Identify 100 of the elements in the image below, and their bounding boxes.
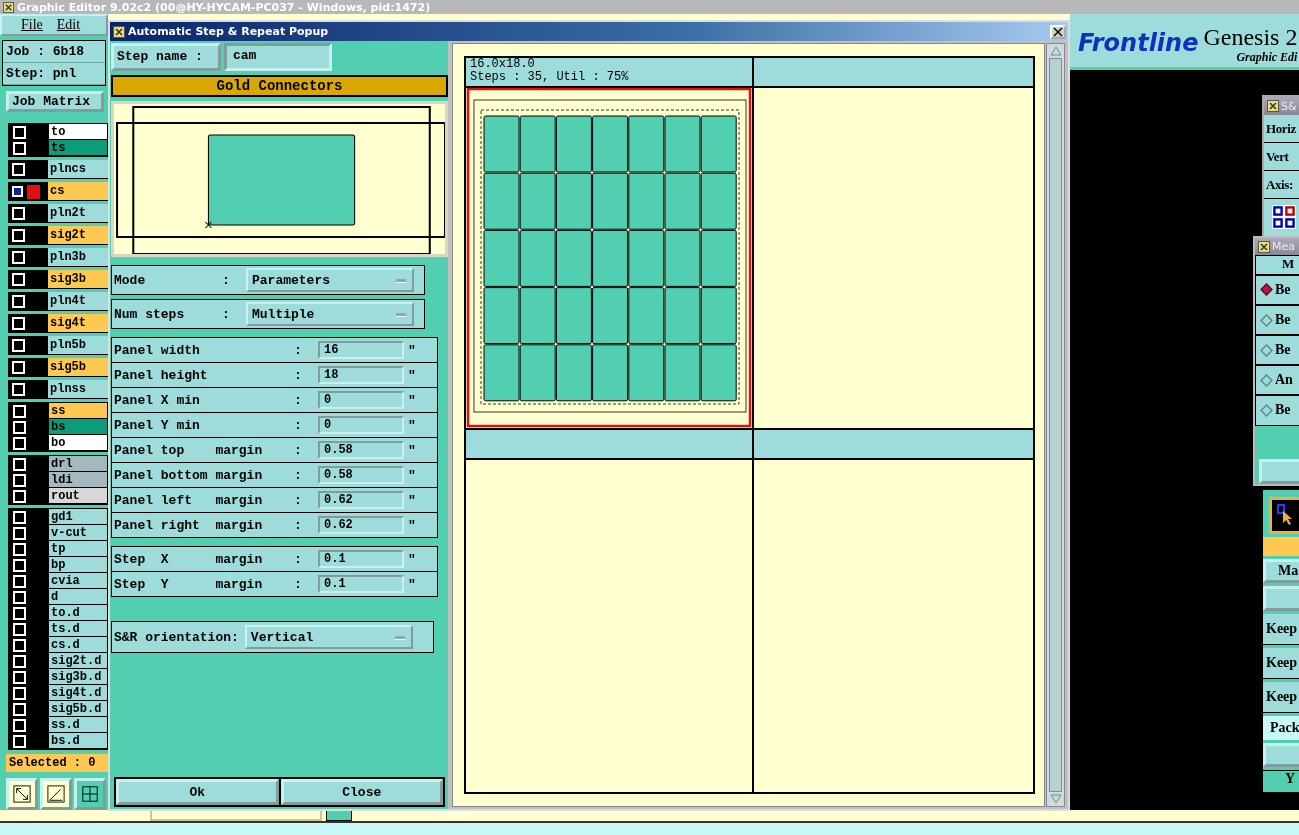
layer-name[interactable]: pln4t bbox=[48, 292, 108, 311]
layer-name[interactable]: ldi bbox=[49, 472, 107, 488]
layer-checkbox[interactable] bbox=[12, 229, 25, 242]
layer-checkbox[interactable] bbox=[12, 383, 25, 396]
layer-checkbox[interactable] bbox=[13, 510, 26, 524]
layer-checkbox[interactable] bbox=[13, 141, 26, 155]
layer-checkbox[interactable] bbox=[12, 251, 25, 264]
step-name-field[interactable]: cam bbox=[224, 43, 332, 71]
layer-checkbox[interactable] bbox=[12, 339, 25, 352]
layer-checkbox[interactable] bbox=[13, 734, 26, 748]
layer-checkbox[interactable] bbox=[13, 654, 26, 668]
layer-checkbox[interactable] bbox=[13, 574, 26, 588]
input-field[interactable]: 0.1 bbox=[318, 575, 404, 593]
layer-name[interactable]: bo bbox=[49, 435, 107, 451]
layer-name[interactable]: d bbox=[49, 589, 107, 605]
layer-name[interactable]: cvia bbox=[49, 573, 107, 589]
snap-tool-button[interactable] bbox=[40, 778, 72, 810]
dropdown-button[interactable]: Multiple bbox=[246, 302, 414, 326]
radio-diamond-icon[interactable] bbox=[1260, 373, 1273, 387]
layer-checkbox[interactable] bbox=[13, 125, 26, 139]
menu-item[interactable]: Edit bbox=[56, 17, 81, 33]
layer-name[interactable]: rout bbox=[49, 488, 107, 504]
layer-name[interactable]: drl bbox=[49, 456, 107, 472]
layer-checkbox[interactable] bbox=[13, 718, 26, 732]
layer-checkbox[interactable] bbox=[12, 295, 25, 308]
layer-name[interactable]: ts bbox=[49, 140, 107, 156]
layer-checkbox[interactable] bbox=[12, 317, 25, 330]
dialog-button[interactable]: Ok bbox=[116, 779, 279, 805]
layer-checkbox[interactable] bbox=[13, 606, 26, 620]
layer-checkbox[interactable] bbox=[12, 186, 23, 197]
input-field[interactable]: 18 bbox=[318, 366, 404, 384]
layer-name[interactable]: v-cut bbox=[49, 525, 107, 541]
layer-name[interactable]: pln3b bbox=[48, 248, 108, 267]
input-field[interactable]: 0.62 bbox=[318, 516, 404, 534]
input-field[interactable]: 16 bbox=[318, 341, 404, 359]
layer-checkbox[interactable] bbox=[13, 702, 26, 716]
array-icon[interactable] bbox=[1272, 205, 1296, 229]
input-field[interactable]: 0 bbox=[318, 416, 404, 434]
layer-checkbox[interactable] bbox=[13, 542, 26, 556]
layer-name[interactable]: ss bbox=[49, 403, 107, 419]
layer-checkbox[interactable] bbox=[13, 526, 26, 540]
layer-checkbox[interactable] bbox=[13, 489, 26, 503]
side-button[interactable]: Ma bbox=[1263, 559, 1299, 584]
input-field[interactable]: 0 bbox=[318, 391, 404, 409]
radio-diamond-icon[interactable] bbox=[1260, 313, 1273, 327]
layer-name[interactable]: cs.d bbox=[49, 637, 107, 653]
radio-option[interactable]: Be bbox=[1255, 395, 1299, 426]
layer-name[interactable]: cs bbox=[48, 182, 108, 201]
resize-tool-button[interactable] bbox=[6, 778, 38, 810]
radio-diamond-icon[interactable] bbox=[1260, 403, 1273, 417]
layer-name[interactable]: bs.d bbox=[49, 733, 107, 749]
layer-name[interactable]: to.d bbox=[49, 605, 107, 621]
dialog-button[interactable]: Close bbox=[280, 779, 443, 805]
layer-checkbox[interactable] bbox=[12, 163, 25, 176]
radio-diamond-icon[interactable] bbox=[1260, 343, 1273, 357]
layer-name[interactable]: sig5b.d bbox=[49, 701, 107, 717]
layer-name[interactable]: to bbox=[49, 124, 107, 140]
layer-name[interactable]: sig2t bbox=[48, 226, 108, 245]
layer-name[interactable]: gd1 bbox=[49, 509, 107, 525]
layer-checkbox[interactable] bbox=[13, 686, 26, 700]
layer-name[interactable]: sig3b bbox=[48, 270, 108, 289]
layer-name[interactable]: bs bbox=[49, 419, 107, 435]
layer-checkbox[interactable] bbox=[13, 404, 26, 418]
small-button[interactable] bbox=[326, 810, 352, 821]
radio-option[interactable]: Be bbox=[1255, 305, 1299, 336]
layer-checkbox[interactable] bbox=[13, 590, 26, 604]
layer-checkbox[interactable] bbox=[13, 457, 26, 471]
layer-checkbox[interactable] bbox=[13, 473, 26, 487]
layer-checkbox[interactable] bbox=[12, 361, 25, 374]
grid-tool-button[interactable] bbox=[74, 778, 106, 810]
layer-name[interactable]: ts.d bbox=[49, 621, 107, 637]
layer-checkbox[interactable] bbox=[13, 670, 26, 684]
radio-option[interactable]: Be bbox=[1255, 335, 1299, 366]
layer-checkbox[interactable] bbox=[13, 420, 26, 434]
input-field[interactable]: 0.58 bbox=[318, 441, 404, 459]
input-field[interactable] bbox=[150, 810, 322, 821]
menu-item[interactable]: File bbox=[21, 17, 43, 33]
layer-checkbox[interactable] bbox=[12, 273, 25, 286]
radio-option[interactable]: An bbox=[1255, 365, 1299, 396]
layer-checkbox[interactable] bbox=[12, 207, 25, 220]
layer-name[interactable]: tp bbox=[49, 541, 107, 557]
layer-name[interactable]: sig2t.d bbox=[49, 653, 107, 669]
layer-name[interactable]: plncs bbox=[48, 160, 108, 179]
dropdown-button[interactable]: Vertical bbox=[244, 625, 413, 649]
input-field[interactable]: 0.58 bbox=[318, 466, 404, 484]
job-matrix-button[interactable]: Job Matrix bbox=[6, 91, 104, 112]
layer-name[interactable]: sig3b.d bbox=[49, 669, 107, 685]
layer-name[interactable]: sig4t bbox=[48, 314, 108, 333]
layer-name[interactable]: pln5b bbox=[48, 336, 108, 355]
panel-layout-drawing[interactable] bbox=[466, 88, 752, 428]
layer-checkbox[interactable] bbox=[13, 558, 26, 572]
layer-name[interactable]: plnss bbox=[48, 380, 108, 399]
layer-name[interactable]: sig5b bbox=[48, 358, 108, 377]
layer-checkbox[interactable] bbox=[13, 436, 26, 450]
radio-diamond-icon[interactable] bbox=[1260, 283, 1273, 297]
dropdown-button[interactable]: Parameters bbox=[246, 268, 414, 292]
radio-option[interactable]: Be bbox=[1255, 274, 1299, 306]
layer-name[interactable]: bp bbox=[49, 557, 107, 573]
close-button[interactable] bbox=[1050, 24, 1066, 39]
input-field[interactable]: 0.62 bbox=[318, 491, 404, 509]
